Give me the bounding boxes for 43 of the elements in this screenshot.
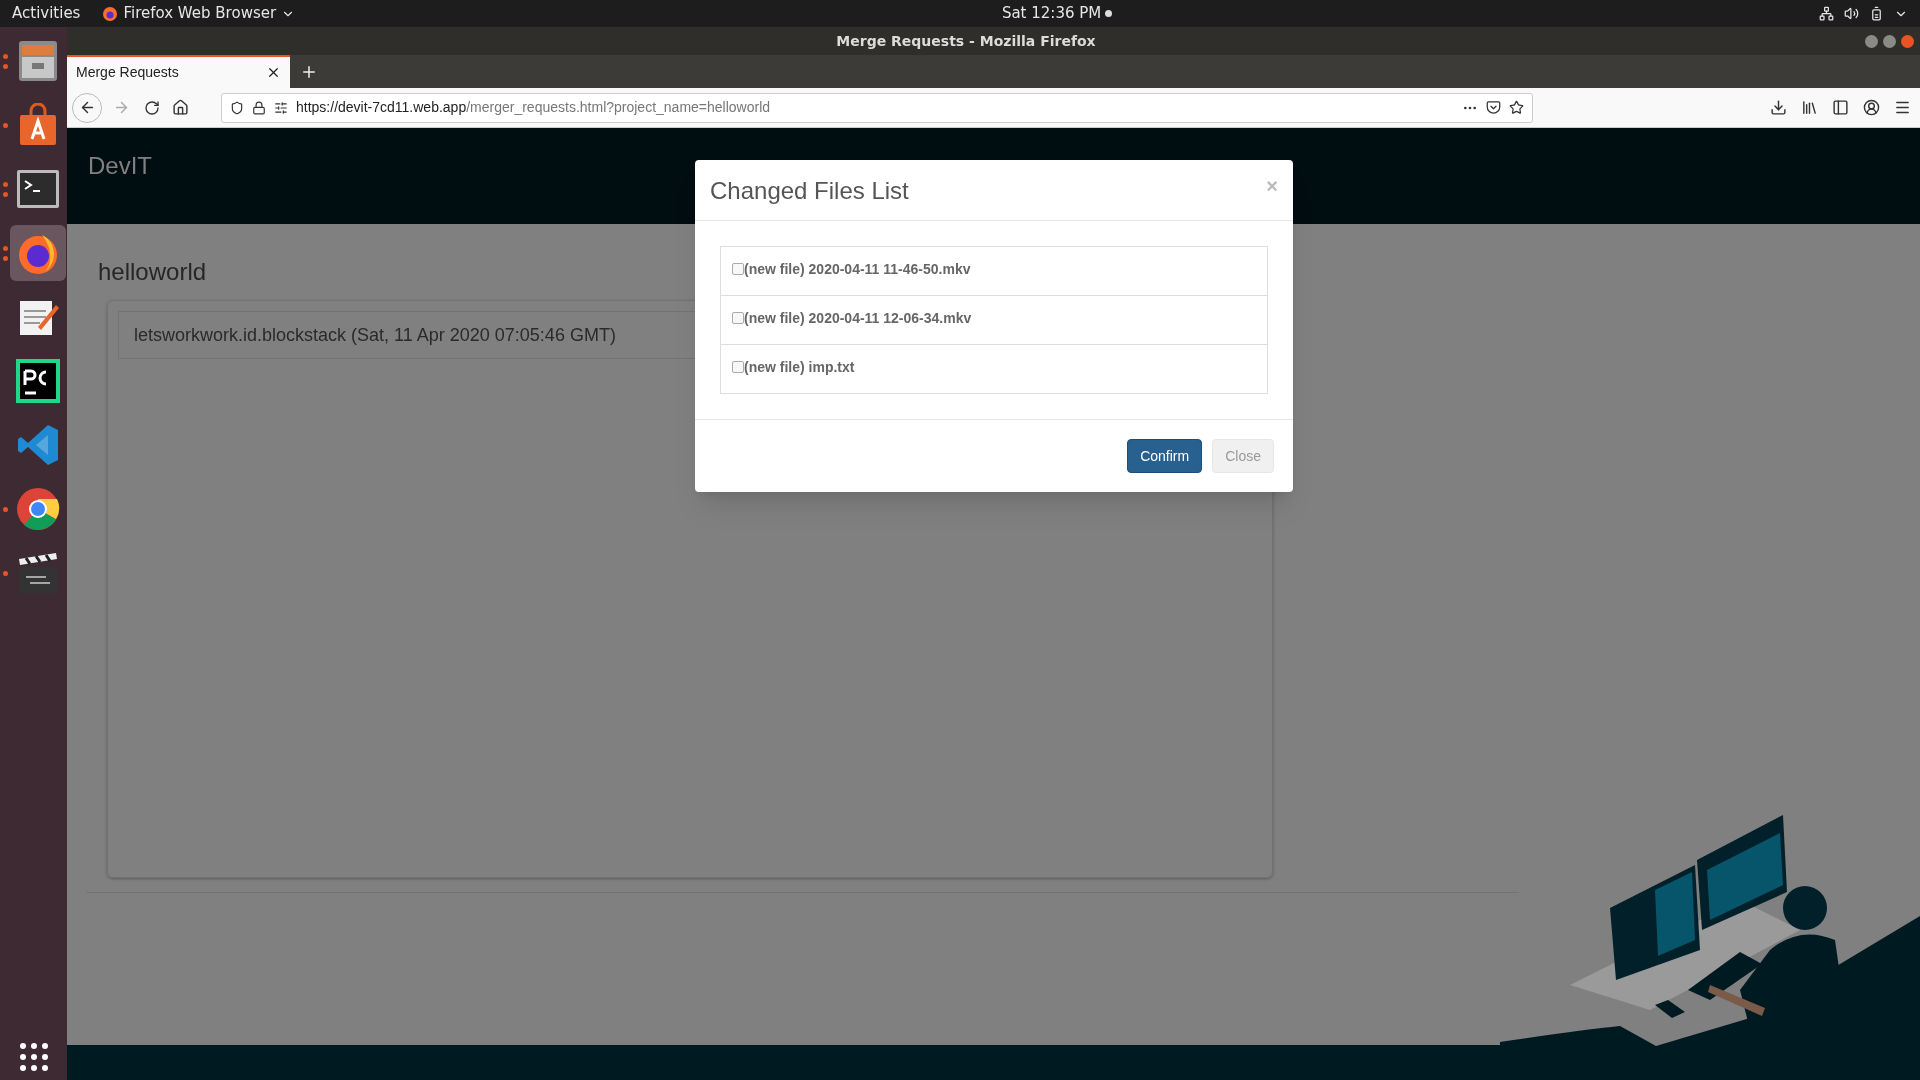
confirm-button[interactable]: Confirm	[1127, 439, 1203, 473]
pocket-icon[interactable]	[1486, 100, 1501, 115]
close-button[interactable]	[1901, 34, 1914, 48]
file-list-item[interactable]: (new file) 2020-04-11 12-06-34.mkv	[720, 295, 1268, 345]
permissions-icon	[274, 100, 288, 115]
window-title: Merge Requests - Mozilla Firefox	[836, 31, 1096, 51]
brand-name[interactable]: DevIT	[88, 152, 152, 179]
checkbox[interactable]	[732, 312, 744, 324]
reload-icon[interactable]	[144, 99, 160, 116]
home-icon[interactable]	[172, 99, 189, 116]
browser-fox-icon	[102, 5, 119, 22]
sidebar-icon[interactable]	[1832, 99, 1849, 116]
volume-icon[interactable]	[1844, 6, 1859, 21]
app-grid-icon[interactable]	[18, 1042, 49, 1072]
checkbox[interactable]	[732, 263, 744, 275]
bookmark-star-icon[interactable]	[1509, 100, 1524, 115]
browser-tab[interactable]: Merge Requests	[67, 55, 290, 88]
file-list-item[interactable]: (new file) 2020-04-11 11-46-50.mkv	[720, 246, 1268, 296]
network-icon[interactable]	[1819, 6, 1834, 21]
library-icon[interactable]	[1801, 99, 1818, 116]
menu-icon[interactable]	[1894, 99, 1911, 116]
shield-icon	[230, 100, 244, 115]
new-tab-icon[interactable]	[300, 63, 318, 81]
battery-icon[interactable]	[1869, 6, 1884, 21]
app-menu[interactable]: Firefox Web Browser	[123, 2, 277, 25]
chrome-browser-icon[interactable]	[15, 487, 60, 531]
project-title: helloworld	[98, 258, 207, 285]
url-text: https://devit-7cd11.web.app/merger_requests.html?project_name=helloworld	[296, 98, 771, 117]
code-editor-icon[interactable]	[15, 423, 60, 467]
maximize-button[interactable]	[1883, 34, 1896, 48]
minimize-button[interactable]	[1865, 34, 1878, 48]
account-icon[interactable]	[1863, 99, 1880, 116]
dialog-title: Changed Files List	[710, 176, 909, 206]
url-bar[interactable]: https://devit-7cd11.web.app/merger_requests.html?project_name=helloworld	[221, 92, 1533, 123]
terminal-icon[interactable]	[15, 169, 60, 209]
checkbox[interactable]	[732, 361, 744, 373]
file-list-item[interactable]: (new file) imp.txt	[720, 344, 1268, 394]
download-icon[interactable]	[1770, 99, 1787, 116]
activities-button[interactable]: Activities	[12, 2, 81, 25]
lock-icon	[252, 100, 266, 115]
close-icon[interactable]	[266, 65, 281, 80]
clock[interactable]: Sat 12:36 PM	[1001, 2, 1102, 25]
pc-logo-icon[interactable]	[15, 359, 60, 403]
